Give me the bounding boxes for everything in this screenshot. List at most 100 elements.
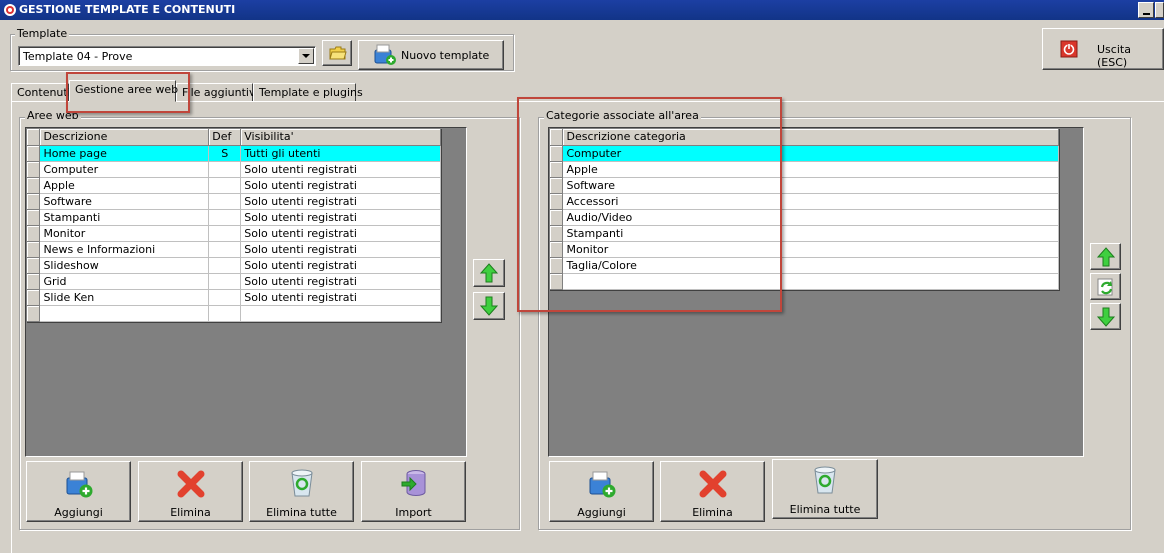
move-up-button[interactable] <box>473 259 505 287</box>
table-row[interactable]: Computer <box>550 145 1059 162</box>
cell-descrizione[interactable]: Apple <box>39 177 210 194</box>
cell-descrizione[interactable]: Grid <box>39 273 210 290</box>
cell-def[interactable] <box>208 257 242 274</box>
cell-visibilita[interactable]: Solo utenti registrati <box>240 273 441 290</box>
table-row[interactable]: Computer Solo utenti registrati <box>27 161 441 178</box>
categorie-delete-button[interactable]: Elimina <box>660 461 765 522</box>
cell-categoria[interactable]: Computer <box>562 145 1059 162</box>
cell-visibilita[interactable]: Solo utenti registrati <box>240 177 441 194</box>
categorie-grid[interactable]: Descrizione categoria Computer Apple Sof… <box>550 129 1060 291</box>
chevron-down-icon[interactable] <box>298 48 314 64</box>
cell-visibilita[interactable]: Solo utenti registrati <box>240 161 441 178</box>
cell-def[interactable] <box>208 225 242 242</box>
aree-delete-button[interactable]: Elimina <box>138 461 243 522</box>
categorie-add-button[interactable]: Aggiungi <box>549 461 654 522</box>
table-row[interactable]: Software Solo utenti registrati <box>27 193 441 210</box>
template-select[interactable]: Template 04 - Prove <box>18 46 316 66</box>
column-header-descrizione[interactable]: Descrizione <box>39 129 210 146</box>
table-row[interactable]: Slideshow Solo utenti registrati <box>27 257 441 274</box>
row-indicator[interactable] <box>550 193 564 210</box>
cell-categoria[interactable]: Apple <box>562 161 1059 178</box>
cell-def[interactable] <box>208 193 242 210</box>
row-indicator[interactable] <box>550 225 564 242</box>
row-indicator[interactable] <box>550 161 564 178</box>
aree-import-button[interactable]: Import <box>361 461 466 522</box>
cell-visibilita[interactable]: Solo utenti registrati <box>240 257 441 274</box>
cell-visibilita[interactable]: Solo utenti registrati <box>240 209 441 226</box>
cell-descrizione[interactable]: Stampanti <box>39 209 210 226</box>
cell-def[interactable] <box>208 161 242 178</box>
table-row[interactable]: Apple Solo utenti registrati <box>27 177 441 194</box>
categoria-refresh-button[interactable] <box>1090 273 1121 300</box>
new-template-button[interactable]: Nuovo template <box>358 40 504 70</box>
cell-categoria[interactable]: Monitor <box>562 241 1059 258</box>
row-indicator[interactable] <box>27 273 41 290</box>
maximize-button[interactable] <box>1155 2 1164 18</box>
row-indicator[interactable] <box>27 257 41 274</box>
cell-descrizione[interactable]: Software <box>39 193 210 210</box>
cell-empty[interactable] <box>562 273 1059 290</box>
row-indicator[interactable] <box>27 289 41 306</box>
row-indicator[interactable] <box>550 273 564 290</box>
row-indicator[interactable] <box>27 305 41 322</box>
table-row-empty[interactable] <box>550 273 1059 290</box>
move-down-button[interactable] <box>473 292 505 320</box>
cell-visibilita[interactable]: Solo utenti registrati <box>240 289 441 306</box>
row-indicator[interactable] <box>550 257 564 274</box>
row-indicator[interactable] <box>27 193 41 210</box>
row-indicator[interactable] <box>27 177 41 194</box>
cell-visibilita[interactable]: Solo utenti registrati <box>240 193 441 210</box>
cell-def[interactable] <box>208 209 242 226</box>
open-folder-button[interactable] <box>322 40 352 66</box>
table-row[interactable]: Taglia/Colore <box>550 257 1059 274</box>
cell-descrizione[interactable]: Computer <box>39 161 210 178</box>
table-row[interactable]: Stampanti Solo utenti registrati <box>27 209 441 226</box>
cell-def[interactable] <box>208 289 242 306</box>
cell-descrizione[interactable]: Slide Ken <box>39 289 210 306</box>
minimize-button[interactable] <box>1138 2 1154 18</box>
categoria-move-up-button[interactable] <box>1090 243 1121 270</box>
categorie-delete-all-button[interactable]: Elimina tutte <box>772 459 878 519</box>
table-row[interactable]: Stampanti <box>550 225 1059 242</box>
aree-delete-all-button[interactable]: Elimina tutte <box>249 461 354 522</box>
cell-categoria[interactable]: Audio/Video <box>562 209 1059 226</box>
cell-categoria[interactable]: Software <box>562 177 1059 194</box>
column-header-def[interactable]: Def <box>208 129 242 146</box>
table-row[interactable]: Slide Ken Solo utenti registrati <box>27 289 441 306</box>
table-row[interactable]: Home page S Tutti gli utenti <box>27 145 441 162</box>
table-row[interactable]: Monitor <box>550 241 1059 258</box>
table-row[interactable]: Software <box>550 177 1059 194</box>
cell-descrizione[interactable]: Monitor <box>39 225 210 242</box>
cell-visibilita[interactable]: Tutti gli utenti <box>240 145 441 162</box>
cell-def[interactable]: S <box>208 145 242 162</box>
cell-empty[interactable] <box>240 305 441 322</box>
tab-contenuti[interactable]: Contenuti <box>11 83 71 102</box>
column-header-visibilita[interactable]: Visibilita' <box>240 129 441 146</box>
aree-add-button[interactable]: Aggiungi <box>26 461 131 522</box>
exit-button[interactable]: Uscita (ESC) <box>1042 28 1164 70</box>
table-row[interactable]: Monitor Solo utenti registrati <box>27 225 441 242</box>
row-indicator[interactable] <box>27 225 41 242</box>
table-row-empty[interactable] <box>27 305 441 322</box>
column-header-descrizione-categoria[interactable]: Descrizione categoria <box>562 129 1059 146</box>
row-indicator[interactable] <box>27 145 41 162</box>
row-indicator[interactable] <box>550 145 564 162</box>
aree-web-grid[interactable]: Descrizione Def Visibilita' Home page S Tu… <box>27 129 442 323</box>
cell-categoria[interactable]: Taglia/Colore <box>562 257 1059 274</box>
cell-descrizione[interactable]: Slideshow <box>39 257 210 274</box>
tab-template-plugins[interactable]: Template e plugins <box>253 83 363 102</box>
row-indicator[interactable] <box>550 177 564 194</box>
table-row[interactable]: News e Informazioni Solo utenti registrat… <box>27 241 441 258</box>
tab-file-aggiuntivi[interactable]: File aggiuntivi <box>176 83 259 102</box>
cell-visibilita[interactable]: Solo utenti registrati <box>240 225 441 242</box>
cell-empty[interactable] <box>39 305 210 322</box>
table-row[interactable]: Grid Solo utenti registrati <box>27 273 441 290</box>
row-indicator[interactable] <box>27 209 41 226</box>
cell-def[interactable] <box>208 177 242 194</box>
tab-gestione-aree-web[interactable]: Gestione aree web <box>69 80 178 102</box>
table-row[interactable]: Apple <box>550 161 1059 178</box>
cell-categoria[interactable]: Stampanti <box>562 225 1059 242</box>
cell-descrizione[interactable]: News e Informazioni <box>39 241 210 258</box>
row-indicator[interactable] <box>550 241 564 258</box>
row-indicator[interactable] <box>27 161 41 178</box>
